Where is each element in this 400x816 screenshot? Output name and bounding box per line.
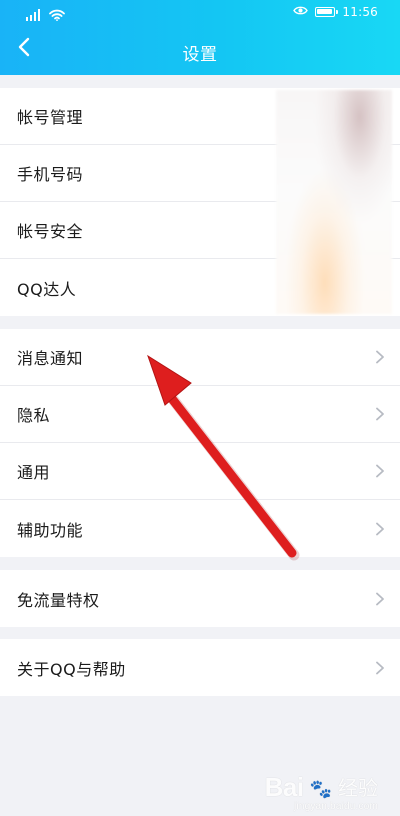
- setting-row-about-help[interactable]: 关于QQ与帮助: [0, 639, 400, 696]
- setting-row-label: 消息通知: [17, 349, 84, 368]
- eye-icon: [293, 5, 309, 19]
- settings-group-data-free: 免流量特权: [0, 570, 400, 627]
- settings-group-about: 关于QQ与帮助: [0, 639, 400, 696]
- header: 11:56 设置: [0, 0, 400, 75]
- setting-row-label: 帐号安全: [17, 222, 84, 241]
- status-left: [26, 6, 65, 25]
- setting-row-label: 隐私: [17, 406, 51, 425]
- battery-icon: [315, 7, 339, 17]
- watermark-chinese: 经验: [338, 778, 378, 800]
- setting-row-label: QQ达人: [17, 279, 77, 299]
- watermark-brand: Bai: [264, 772, 304, 802]
- watermark-domain: jingyan.baidu.com: [293, 801, 378, 812]
- status-bar: 11:56: [0, 0, 400, 26]
- signal-icon: [26, 6, 41, 25]
- chevron-right-icon: [376, 350, 384, 364]
- setting-row-privacy[interactable]: 隐私: [0, 386, 400, 443]
- setting-row-accessibility[interactable]: 辅助功能: [0, 500, 400, 557]
- setting-row-label: 手机号码: [17, 165, 84, 184]
- settings-group-general: 消息通知 隐私 通用 辅助功能: [0, 329, 400, 557]
- chevron-right-icon: [376, 661, 384, 674]
- setting-row-data-free-privilege[interactable]: 免流量特权: [0, 570, 400, 627]
- setting-row-label: 免流量特权: [17, 590, 100, 610]
- paw-icon: 🐾: [309, 779, 332, 799]
- chevron-right-icon: [376, 407, 384, 421]
- chevron-right-icon: [376, 592, 384, 605]
- status-time: 11:56: [342, 5, 378, 19]
- chevron-right-icon: [376, 464, 384, 478]
- wifi-icon: [49, 6, 65, 25]
- setting-row-general[interactable]: 通用: [0, 443, 400, 500]
- chevron-right-icon: [376, 522, 384, 535]
- watermark: Bai 🐾 经验 jingyan.baidu.com: [264, 772, 378, 812]
- setting-row-label: 关于QQ与帮助: [17, 659, 126, 679]
- battery-level: [317, 9, 333, 14]
- page-title: 设置: [182, 45, 218, 65]
- setting-row-notifications[interactable]: 消息通知: [0, 329, 400, 386]
- setting-row-label: 帐号管理: [17, 108, 84, 127]
- setting-row-label: 辅助功能: [17, 520, 84, 540]
- blurred-avatar-overlay: [276, 90, 392, 314]
- status-right: 11:56: [293, 5, 378, 19]
- setting-row-label: 通用: [17, 463, 51, 482]
